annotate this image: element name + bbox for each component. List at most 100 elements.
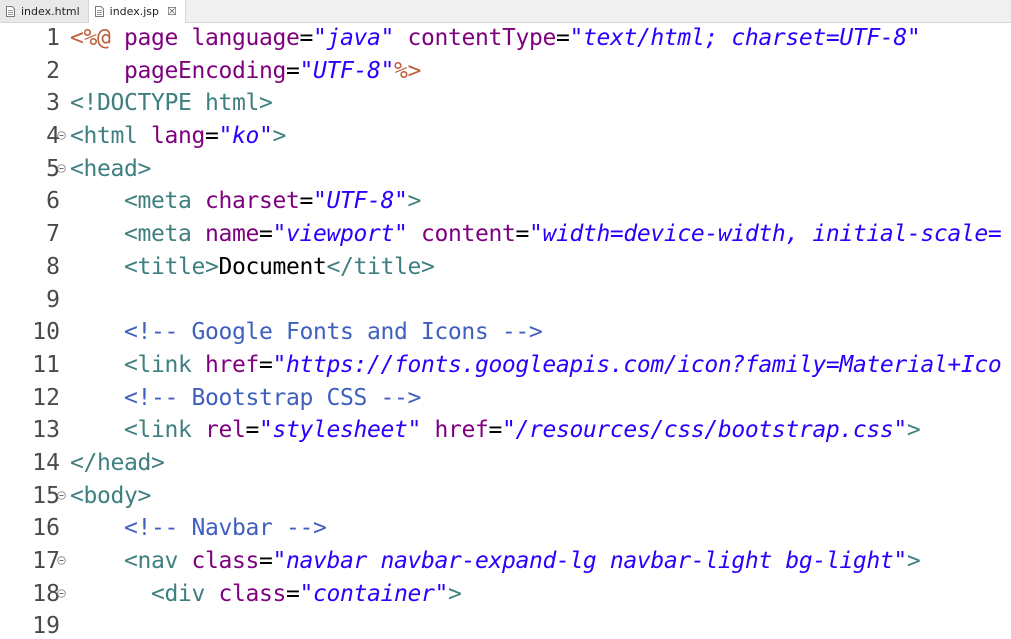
code-token: <link xyxy=(124,351,205,378)
code-token: %> xyxy=(393,57,421,84)
code-token: page xyxy=(124,25,192,51)
line-number: 18 xyxy=(32,580,60,607)
code-line[interactable]: 4 <html lang="ko"> xyxy=(0,120,1011,153)
code-token: > xyxy=(272,123,286,150)
code-area[interactable]: 1 <%@ page language="java" contentType="t… xyxy=(0,22,1011,639)
code-token: pageEncoding xyxy=(124,57,286,84)
editor-tab-bar: index.html index.jsp ☒ xyxy=(0,0,1011,23)
code-token: <html xyxy=(70,123,151,150)
code-token: <div xyxy=(150,580,219,607)
code-token: contentType xyxy=(407,25,556,51)
code-token: lang xyxy=(150,123,205,150)
code-text: <link rel="stylesheet" href="/resources/… xyxy=(70,414,921,447)
collapse-icon[interactable] xyxy=(57,556,66,565)
code-token: "https://fonts.googleapis.com/icon?famil… xyxy=(272,351,1002,378)
code-text: <meta name="viewport" content="width=dev… xyxy=(70,218,1002,251)
collapse-icon[interactable] xyxy=(57,164,66,173)
line-number: 17 xyxy=(32,548,60,574)
code-line[interactable]: 5 <head> xyxy=(0,153,1011,186)
tab-index-html[interactable]: index.html xyxy=(0,0,89,22)
code-line[interactable]: 3 <!DOCTYPE html> xyxy=(0,87,1011,120)
code-line[interactable]: 19 xyxy=(0,610,1011,639)
code-token: Document xyxy=(218,253,327,280)
code-line[interactable]: 18 <div class="container"> xyxy=(0,578,1011,611)
code-token: = xyxy=(515,221,529,248)
code-token: <!-- Bootstrap CSS --> xyxy=(124,384,421,411)
tab-index-jsp[interactable]: index.jsp ☒ xyxy=(88,0,186,23)
code-text: <meta charset="UTF-8"> xyxy=(70,185,421,218)
code-line[interactable]: 9 xyxy=(0,284,1011,317)
line-number: 1 xyxy=(46,25,60,51)
tab-label: index.jsp xyxy=(109,4,160,18)
code-line[interactable]: 6 <meta charset="UTF-8"> xyxy=(0,185,1011,218)
code-text: <title>Document</title> xyxy=(70,251,435,284)
code-token: = xyxy=(299,188,313,215)
close-icon[interactable]: ☒ xyxy=(167,6,177,17)
code-token: <link xyxy=(124,417,205,444)
code-line[interactable]: 12 <!-- Bootstrap CSS --> xyxy=(0,382,1011,415)
code-token: = xyxy=(258,221,273,248)
code-text: <!-- Bootstrap CSS --> xyxy=(70,382,421,415)
code-line[interactable]: 8 <title>Document</title> xyxy=(0,251,1011,284)
collapse-icon[interactable] xyxy=(57,131,66,140)
code-token: name xyxy=(204,221,259,248)
code-line[interactable]: 13 <link rel="stylesheet" href="/resourc… xyxy=(0,414,1011,447)
line-number: 9 xyxy=(46,286,60,313)
code-token: > xyxy=(906,548,921,574)
line-number: 4 xyxy=(46,123,60,150)
line-number: 12 xyxy=(32,384,60,411)
code-token: > xyxy=(906,417,921,444)
file-icon xyxy=(94,5,104,17)
code-token: = xyxy=(258,351,273,378)
code-token: <%@ xyxy=(70,25,124,51)
code-line[interactable]: 1 <%@ page language="java" contentType="t… xyxy=(0,22,1011,55)
code-token: > xyxy=(407,188,421,215)
code-token: <!-- Google Fonts and Icons --> xyxy=(124,319,543,346)
code-editor: index.html index.jsp ☒ 1 <%@ page languag… xyxy=(0,0,1011,639)
line-number: 6 xyxy=(46,188,60,215)
code-line[interactable]: 10 <!-- Google Fonts and Icons --> xyxy=(0,316,1011,349)
code-token: content xyxy=(420,221,516,248)
collapse-icon[interactable] xyxy=(57,588,66,598)
code-text: <body> xyxy=(70,480,151,513)
code-token: = xyxy=(299,25,313,51)
line-number: 2 xyxy=(46,57,60,84)
code-line[interactable]: 17 <nav class="navbar navbar-expand-lg n… xyxy=(0,545,1011,578)
code-token: "container" xyxy=(299,580,448,607)
code-token: = xyxy=(488,417,502,444)
code-token: > xyxy=(447,580,462,607)
code-token: </title> xyxy=(326,253,435,280)
line-number: 8 xyxy=(46,253,60,280)
code-text: <!-- Navbar --> xyxy=(70,512,327,545)
code-line[interactable]: 7 <meta name="viewport" content="width=d… xyxy=(0,218,1011,251)
code-line[interactable]: 11 <link href="https://fonts.googleapis.… xyxy=(0,349,1011,382)
code-token: "UTF-8" xyxy=(312,188,408,215)
code-token: "viewport" xyxy=(272,221,408,248)
code-token: language xyxy=(191,25,300,51)
code-line[interactable]: 15 <body> xyxy=(0,480,1011,513)
code-text: <!DOCTYPE html> xyxy=(70,87,273,120)
code-line[interactable]: 16 <!-- Navbar --> xyxy=(0,512,1011,545)
code-token: <!DOCTYPE xyxy=(70,90,205,117)
code-token: "text/html; charset=UTF-8" xyxy=(569,25,921,51)
code-token: = xyxy=(245,417,259,444)
code-token: "navbar navbar-expand-lg navbar-light bg… xyxy=(272,548,908,574)
line-number: 10 xyxy=(32,319,60,346)
code-token: class xyxy=(218,580,286,607)
collapse-icon[interactable] xyxy=(57,490,66,500)
code-text: <%@ page language="java" contentType="te… xyxy=(70,22,921,55)
code-line[interactable]: 14 </head> xyxy=(0,447,1011,480)
code-line[interactable]: 2 pageEncoding="UTF-8"%> xyxy=(0,55,1011,88)
line-number: 3 xyxy=(46,90,60,117)
line-number: 11 xyxy=(32,351,60,378)
code-token: <meta xyxy=(124,188,205,215)
code-text: <head> xyxy=(70,153,151,186)
